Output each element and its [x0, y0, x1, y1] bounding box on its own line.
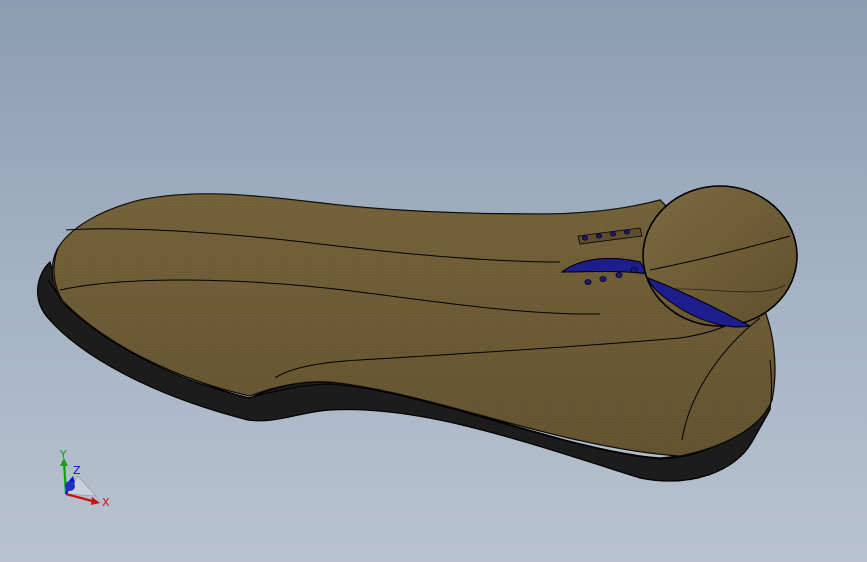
eyelet — [599, 276, 607, 282]
y-axis — [62, 461, 68, 495]
shoe-model[interactable] — [0, 0, 867, 562]
x-axis-label: X — [102, 496, 110, 509]
eyelet — [630, 267, 638, 273]
eyelet — [609, 231, 617, 237]
triad-origin — [65, 481, 75, 491]
graphics-viewport[interactable]: X Y Z — [0, 0, 867, 562]
eyelet — [584, 279, 592, 285]
coordinate-triad: X Y Z — [59, 448, 110, 509]
x-axis-arrow — [91, 497, 100, 505]
ankle-collar[interactable] — [642, 185, 798, 327]
eyelet — [595, 233, 603, 239]
z-axis-label: Z — [73, 464, 81, 477]
eyelet — [615, 272, 623, 278]
eyelet — [623, 229, 631, 235]
y-axis-label: Y — [59, 448, 67, 461]
eyelet — [581, 235, 589, 241]
